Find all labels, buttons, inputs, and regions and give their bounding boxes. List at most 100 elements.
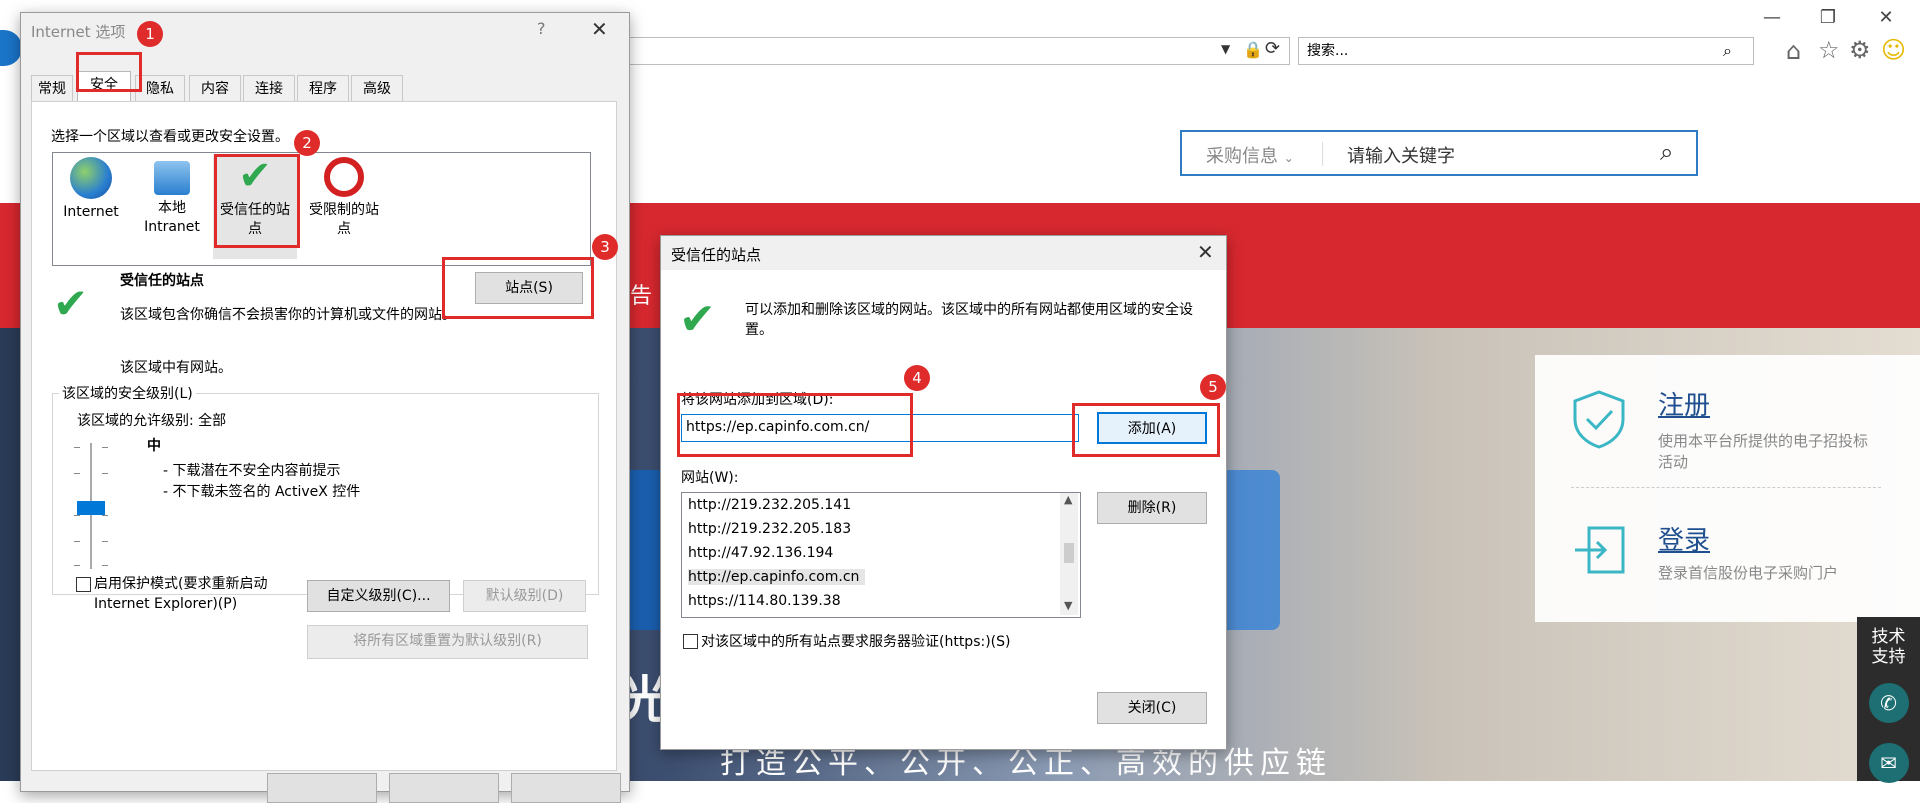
chevron-down-icon[interactable]: ▼ bbox=[1064, 599, 1072, 612]
slider-tick bbox=[102, 541, 108, 542]
slider-tick bbox=[102, 565, 108, 566]
zone-description: 该区域包含你确信不会损害你的计算机或文件的网站。 bbox=[120, 307, 456, 323]
home-icon[interactable]: ⌂ bbox=[1786, 37, 1801, 65]
slider-tick bbox=[102, 447, 108, 448]
default-level-button[interactable]: 默认级别(D) bbox=[463, 580, 586, 612]
close-button[interactable]: ✕ bbox=[1197, 240, 1214, 264]
login-desc: 登录首信股份电子采购门户 bbox=[1658, 564, 1839, 582]
restricted-icon bbox=[324, 157, 364, 197]
login-link[interactable]: 登录 bbox=[1658, 520, 1710, 557]
close-dialog-button[interactable]: 关闭(C) bbox=[1097, 692, 1207, 724]
slider-tick bbox=[74, 515, 80, 516]
card-divider bbox=[1571, 487, 1881, 488]
list-item[interactable]: http://ep.capinfo.com.cn bbox=[688, 569, 866, 585]
search-category-select[interactable]: 采购信息 ⌄ bbox=[1206, 142, 1294, 168]
zone-label: Internet bbox=[63, 204, 119, 220]
remove-button[interactable]: 删除(R) bbox=[1097, 492, 1207, 524]
protected-mode-checkbox[interactable] bbox=[76, 577, 91, 592]
window-minimize-button[interactable]: — bbox=[1752, 4, 1792, 32]
refresh-icon[interactable]: ⟳ bbox=[1265, 38, 1280, 59]
security-level-label: 该区域的安全级别(L) bbox=[59, 383, 196, 403]
slider-tick bbox=[74, 473, 80, 474]
zone-heading: 受信任的站点 bbox=[120, 273, 204, 289]
close-button[interactable]: ✕ bbox=[591, 17, 608, 41]
dropdown-icon[interactable]: ▼ bbox=[1221, 42, 1230, 56]
site-search-input[interactable]: 请输入关键字 bbox=[1347, 142, 1455, 168]
chevron-down-icon: ⌄ bbox=[1283, 151, 1294, 165]
level-desc-1: - 下载潜在不安全内容前提示 bbox=[163, 463, 341, 479]
list-item[interactable]: http://219.232.205.183 bbox=[688, 521, 851, 537]
protected-mode-label: 启用保护模式(要求重新启动 Internet Explorer)(P) bbox=[94, 576, 268, 612]
tab-connections[interactable]: 连接 bbox=[243, 75, 295, 101]
level-desc-2: - 不下载未签名的 ActiveX 控件 bbox=[163, 484, 361, 500]
tab-privacy[interactable]: 隐私 bbox=[135, 75, 185, 101]
annotation-box-add-button bbox=[1072, 403, 1220, 457]
favorites-star-icon[interactable]: ☆ bbox=[1818, 36, 1840, 64]
annotation-box-security-tab bbox=[76, 52, 142, 92]
lock-icon[interactable]: 🔒 bbox=[1243, 40, 1263, 59]
phone-icon[interactable]: ✆ bbox=[1868, 683, 1909, 723]
tab-general[interactable]: 常规 bbox=[31, 75, 73, 101]
slider-tick bbox=[102, 515, 108, 516]
websites-list[interactable]: http://219.232.205.141 http://219.232.20… bbox=[681, 492, 1081, 618]
tab-content[interactable]: 内容 bbox=[189, 75, 241, 101]
smiley-feedback-icon[interactable]: ☺ bbox=[1881, 36, 1906, 64]
require-https-checkbox[interactable] bbox=[683, 634, 698, 649]
list-item[interactable]: http://47.92.136.194 bbox=[688, 545, 833, 561]
trusted-info: 可以添加和删除该区域的网站。该区域中的所有网站都使用区域的安全设置。 bbox=[745, 302, 1193, 338]
ok-button[interactable] bbox=[267, 773, 377, 803]
dialog-title: 受信任的站点 bbox=[671, 246, 762, 264]
trusted-sites-dialog: 受信任的站点 ✕ ✔ 可以添加和删除该区域的网站。该区域中的所有网站都使用区域的… bbox=[660, 235, 1227, 750]
cancel-button[interactable] bbox=[389, 773, 499, 803]
internet-options-dialog: Internet 选项 ? ✕ 常规 安全 隐私 内容 连接 程序 高级 选择一… bbox=[20, 12, 630, 803]
browser-search-input[interactable]: 搜索... ⌕ bbox=[1298, 37, 1754, 65]
tab-programs[interactable]: 程序 bbox=[297, 75, 349, 101]
green-check-icon: ✔ bbox=[679, 294, 716, 345]
reset-all-zones-button[interactable]: 将所有区域重置为默认级别(R) bbox=[307, 625, 588, 659]
custom-level-button[interactable]: 自定义级别(C)... bbox=[307, 580, 450, 612]
tab-advanced[interactable]: 高级 bbox=[351, 75, 403, 101]
address-bar[interactable]: ▼ 🔒 ⟳ bbox=[626, 37, 1290, 65]
register-link[interactable]: 注册 bbox=[1658, 385, 1710, 422]
tech-support-widget[interactable]: 技术 支持 ✆ ✉ bbox=[1857, 617, 1920, 783]
tab-label: 程序 bbox=[309, 81, 337, 97]
zone-restricted-sites[interactable]: 受限制的站 点 bbox=[303, 157, 385, 239]
annotation-badge: 5 bbox=[1200, 374, 1226, 400]
mail-icon[interactable]: ✉ bbox=[1868, 743, 1909, 783]
scrollbar-thumb[interactable] bbox=[1064, 543, 1074, 563]
site-search-bar[interactable]: 采购信息 ⌄ 请输入关键字 ⌕ bbox=[1180, 130, 1698, 176]
tab-label: 常规 bbox=[38, 81, 66, 97]
window-restore-button[interactable]: ❐ bbox=[1808, 4, 1848, 32]
browser-search-placeholder: 搜索... bbox=[1307, 43, 1349, 59]
security-slider[interactable] bbox=[71, 443, 111, 569]
help-button[interactable]: ? bbox=[537, 19, 546, 38]
shield-check-icon bbox=[1573, 390, 1625, 449]
list-item[interactable]: https://114.80.139.38 bbox=[688, 593, 841, 609]
search-icon[interactable]: ⌕ bbox=[1660, 138, 1673, 166]
annotation-badge: 1 bbox=[137, 21, 163, 47]
chevron-up-icon[interactable]: ▲ bbox=[1064, 493, 1072, 506]
register-desc: 使用本平台所提供的电子招投标活动 bbox=[1658, 432, 1869, 471]
dialog-title: Internet 选项 bbox=[31, 23, 126, 41]
list-scrollbar[interactable]: ▲ ▼ bbox=[1060, 493, 1078, 615]
zone-label: 受限制的站 点 bbox=[309, 202, 379, 237]
login-arrow-icon bbox=[1575, 526, 1625, 574]
zone-has-sites: 该区域中有网站。 bbox=[120, 360, 232, 376]
slider-tick bbox=[74, 565, 80, 566]
apply-button[interactable] bbox=[511, 773, 621, 803]
slider-thumb[interactable] bbox=[77, 501, 105, 515]
require-https-label: 对该区域中的所有站点要求服务器验证(https:)(S) bbox=[701, 634, 1011, 650]
zone-prompt: 选择一个区域以查看或更改安全设置。 bbox=[51, 129, 289, 145]
settings-gear-icon[interactable]: ⚙ bbox=[1849, 36, 1871, 64]
window-close-button[interactable]: ✕ bbox=[1866, 4, 1906, 32]
tab-label: 内容 bbox=[201, 81, 229, 97]
list-item[interactable]: http://219.232.205.141 bbox=[688, 497, 851, 513]
zone-internet[interactable]: Internet bbox=[61, 157, 121, 222]
allowed-level-label: 该区域的允许级别: 全部 bbox=[77, 413, 227, 429]
tab-label: 隐私 bbox=[146, 81, 174, 97]
zone-list[interactable]: Internet 本地 Intranet ✔ 受信任的站 点 受限制的站 点 bbox=[52, 152, 591, 266]
nav-menu-text[interactable]: 告 bbox=[630, 278, 652, 310]
search-icon[interactable]: ⌕ bbox=[1723, 38, 1732, 64]
tab-label: 连接 bbox=[255, 81, 283, 97]
zone-local-intranet[interactable]: 本地 Intranet bbox=[139, 157, 205, 237]
